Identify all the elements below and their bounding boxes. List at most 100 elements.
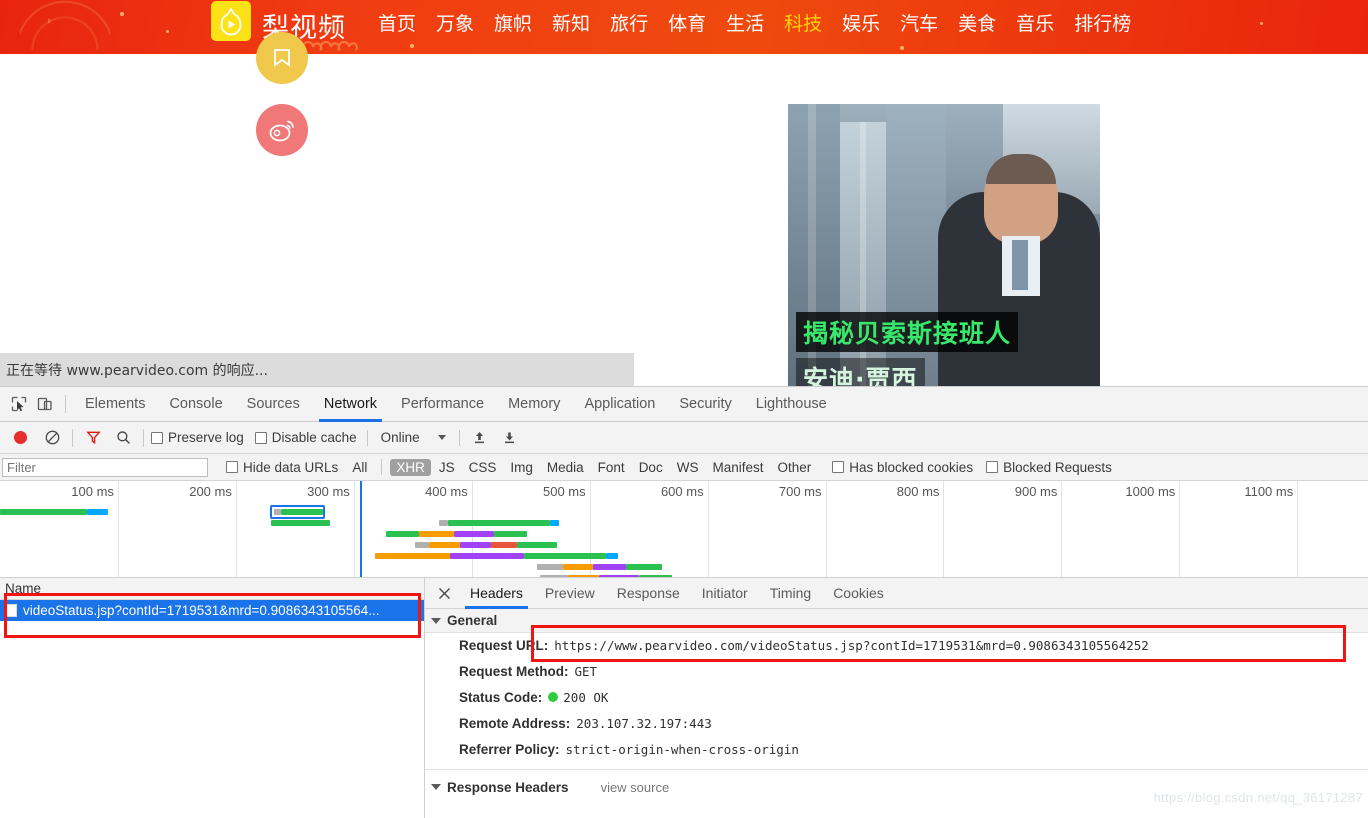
- tab-performance[interactable]: Performance: [389, 387, 496, 422]
- filter-toggle-button[interactable]: [80, 425, 106, 451]
- hide-data-urls-checkbox[interactable]: Hide data URLs: [226, 460, 338, 475]
- toolbar-divider: [65, 395, 66, 413]
- sparkle-icon: [410, 44, 414, 48]
- nav-item-entertainment[interactable]: 娱乐: [842, 9, 880, 36]
- nav-item-food[interactable]: 美食: [958, 9, 996, 36]
- filter-type-img[interactable]: Img: [504, 459, 539, 476]
- nav-item-wanxiang[interactable]: 万象: [436, 9, 474, 36]
- waterfall-bar-ssl: [419, 531, 454, 537]
- network-overview-waterfall[interactable]: 100 ms200 ms300 ms400 ms500 ms600 ms700 …: [0, 481, 1368, 578]
- status-code-key: Status Code:: [459, 689, 542, 707]
- response-headers-section-header[interactable]: Response Headers view source: [425, 775, 1368, 799]
- filter-type-other[interactable]: Other: [771, 459, 817, 476]
- weibo-icon: [267, 116, 297, 144]
- table-row[interactable]: videoStatus.jsp?contId=1719531&mrd=0.908…: [0, 600, 424, 621]
- search-icon: [116, 430, 131, 445]
- throttle-select[interactable]: Online: [375, 430, 452, 445]
- export-har-button[interactable]: [497, 425, 523, 451]
- section-divider: [425, 769, 1368, 770]
- detail-tab-response[interactable]: Response: [606, 578, 691, 609]
- tab-memory[interactable]: Memory: [496, 387, 572, 422]
- close-detail-button[interactable]: [433, 582, 455, 604]
- site-header: 梨视频 首页 万象 旗帜 新知 旅行 体育 生活 科技 娱乐 汽车 美食 音乐 …: [0, 0, 1368, 54]
- filter-type-all[interactable]: All: [346, 459, 373, 476]
- favorite-button[interactable]: [256, 32, 308, 84]
- nav-item-qizhi[interactable]: 旗帜: [494, 9, 532, 36]
- nav-item-auto[interactable]: 汽车: [900, 9, 938, 36]
- filter-type-xhr[interactable]: XHR: [390, 459, 431, 476]
- detail-tab-headers[interactable]: Headers: [459, 578, 534, 609]
- waterfall-bar-stalled: [415, 542, 429, 548]
- view-source-link[interactable]: view source: [601, 780, 670, 795]
- detail-tab-initiator[interactable]: Initiator: [691, 578, 759, 609]
- general-request-url: Request URL: https://www.pearvideo.com/v…: [425, 633, 1368, 659]
- detail-tab-timing[interactable]: Timing: [759, 578, 823, 609]
- timeline-tick-label: 400 ms: [425, 484, 472, 499]
- nav-item-travel[interactable]: 旅行: [610, 9, 648, 36]
- export-har-icon: [502, 430, 517, 445]
- timeline-gridline: [1061, 481, 1062, 577]
- record-icon: [14, 431, 27, 444]
- filter-divider: [381, 459, 382, 475]
- filter-type-css[interactable]: CSS: [463, 459, 503, 476]
- filter-input[interactable]: [2, 458, 208, 477]
- tab-sources[interactable]: Sources: [235, 387, 312, 422]
- waterfall-bar-ssl: [563, 564, 594, 570]
- waterfall-bar-content: [491, 542, 517, 548]
- page-content: 揭秘贝索斯接班人 安迪·贾西 正在等待 www.pearvideo.com 的响…: [0, 54, 1368, 386]
- inspect-element-icon[interactable]: [6, 391, 32, 417]
- waterfall-bar-stalled: [537, 564, 563, 570]
- filter-type-ws[interactable]: WS: [671, 459, 705, 476]
- tab-security[interactable]: Security: [667, 387, 743, 422]
- weibo-share-button[interactable]: [256, 104, 308, 156]
- response-headers-label: Response Headers: [447, 780, 569, 795]
- subtitle-text-2: 安迪·贾西: [803, 365, 918, 386]
- clear-button[interactable]: [39, 425, 65, 451]
- tab-console[interactable]: Console: [157, 387, 234, 422]
- filter-type-js[interactable]: JS: [433, 459, 461, 476]
- sparkle-icon: [1260, 22, 1263, 25]
- preserve-log-checkbox[interactable]: Preserve log: [151, 430, 244, 445]
- nav-item-ranking[interactable]: 排行榜: [1074, 9, 1131, 36]
- nav-item-tech[interactable]: 科技: [784, 9, 822, 36]
- filter-type-doc[interactable]: Doc: [633, 459, 669, 476]
- tab-network[interactable]: Network: [312, 387, 389, 422]
- timeline-tick-label: 500 ms: [543, 484, 590, 499]
- nav-item-music[interactable]: 音乐: [1016, 9, 1054, 36]
- request-url-value[interactable]: https://www.pearvideo.com/videoStatus.js…: [554, 637, 1149, 655]
- record-button[interactable]: [7, 425, 33, 451]
- waterfall-bar-ssl: [375, 553, 450, 559]
- has-blocked-cookies-checkbox[interactable]: Has blocked cookies: [832, 460, 973, 475]
- filter-type-media[interactable]: Media: [541, 459, 590, 476]
- general-section-header[interactable]: General: [425, 609, 1368, 633]
- column-header-name: Name: [5, 581, 41, 596]
- search-button[interactable]: [110, 425, 136, 451]
- timeline-tick-label: 200 ms: [189, 484, 236, 499]
- timeline-gridline: [1297, 481, 1298, 577]
- detail-tab-preview[interactable]: Preview: [534, 578, 606, 609]
- tab-elements[interactable]: Elements: [73, 387, 157, 422]
- filter-type-manifest[interactable]: Manifest: [706, 459, 769, 476]
- close-icon: [438, 587, 451, 600]
- disable-cache-checkbox[interactable]: Disable cache: [255, 430, 357, 445]
- nav-item-home[interactable]: 首页: [378, 9, 416, 36]
- timeline-tick-label: 1100 ms: [1244, 484, 1297, 499]
- nav-item-xinzhi[interactable]: 新知: [552, 9, 590, 36]
- fireworks-decoration-2-icon: [48, 4, 88, 38]
- detail-tab-cookies[interactable]: Cookies: [822, 578, 895, 609]
- import-har-button[interactable]: [467, 425, 493, 451]
- filter-type-font[interactable]: Font: [592, 459, 631, 476]
- tab-application[interactable]: Application: [572, 387, 667, 422]
- triangle-down-icon: [431, 618, 441, 624]
- checkbox-box: [832, 461, 844, 473]
- video-thumbnail[interactable]: 揭秘贝索斯接班人 安迪·贾西: [788, 104, 1100, 386]
- tab-lighthouse[interactable]: Lighthouse: [744, 387, 839, 422]
- device-toolbar-icon[interactable]: [32, 391, 58, 417]
- nav-item-life[interactable]: 生活: [726, 9, 764, 36]
- pear-logo-icon: [218, 6, 244, 36]
- devtools-tabbar: Elements Console Sources Network Perform…: [0, 387, 1368, 422]
- waterfall-bar-waiting: [494, 531, 527, 537]
- site-logo[interactable]: [211, 1, 251, 41]
- nav-item-sports[interactable]: 体育: [668, 9, 706, 36]
- blocked-requests-checkbox[interactable]: Blocked Requests: [986, 460, 1112, 475]
